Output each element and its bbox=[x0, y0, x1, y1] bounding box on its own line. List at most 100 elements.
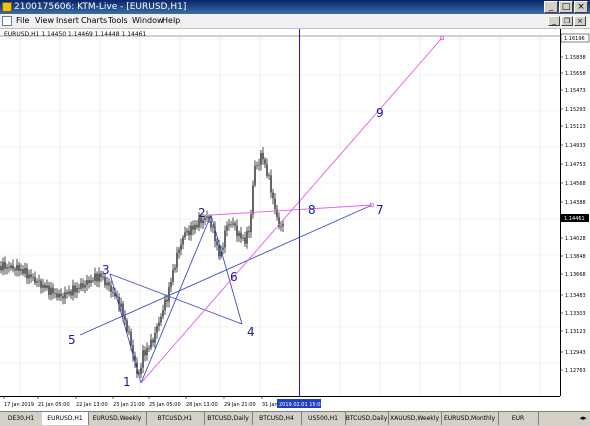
candle-body bbox=[124, 315, 126, 321]
candle-body bbox=[244, 237, 246, 244]
candle-body bbox=[38, 280, 40, 282]
doc-close-button[interactable]: × bbox=[574, 16, 586, 26]
chart-tab[interactable]: BTCUSD,Daily bbox=[345, 412, 389, 425]
candle-body bbox=[92, 280, 94, 282]
point-label: 3 bbox=[102, 263, 110, 277]
doc-minimize-button[interactable]: _ bbox=[548, 16, 560, 26]
candle-body bbox=[188, 230, 190, 235]
price-label: 1.13848 bbox=[565, 254, 586, 260]
chart-tab[interactable]: EUR bbox=[498, 412, 539, 425]
candle-body bbox=[222, 247, 224, 250]
point-label: 6 bbox=[230, 270, 238, 284]
price-label: 1.13668 bbox=[565, 272, 586, 278]
chart-tab[interactable]: BTCUSD,H1 bbox=[146, 412, 205, 425]
price-label: 1.15473 bbox=[565, 88, 586, 94]
price-label: 1.14388 bbox=[565, 200, 586, 206]
line-3-1 bbox=[109, 273, 142, 384]
maximize-button[interactable]: □ bbox=[559, 1, 573, 13]
menu-view[interactable]: View bbox=[35, 14, 54, 28]
candle-body bbox=[180, 244, 182, 250]
candle-body bbox=[182, 237, 184, 245]
candle-body bbox=[160, 316, 162, 323]
line-1-9 bbox=[140, 37, 443, 384]
candle-body bbox=[166, 299, 168, 302]
chart-tab[interactable]: BTCUSD,H4 bbox=[252, 412, 302, 425]
candle-body bbox=[224, 230, 226, 248]
candle-body bbox=[30, 274, 32, 278]
candle-body bbox=[258, 164, 260, 166]
candle-body bbox=[236, 225, 238, 236]
chart-tab[interactable]: EURUSD,Weekly bbox=[88, 412, 147, 425]
price-label: 1.15658 bbox=[565, 71, 586, 77]
menu-tools[interactable]: Tools bbox=[108, 14, 128, 28]
candle-body bbox=[12, 265, 14, 269]
candle-body bbox=[40, 280, 42, 288]
candle-body bbox=[84, 284, 86, 288]
candle-body bbox=[58, 293, 60, 298]
candle-body bbox=[110, 285, 112, 292]
candle-body bbox=[76, 287, 78, 293]
candle-body bbox=[272, 192, 274, 199]
candle-body bbox=[66, 292, 68, 295]
minimize-button[interactable]: _ bbox=[544, 1, 558, 13]
candle-body bbox=[36, 281, 38, 283]
candle-body bbox=[210, 220, 212, 228]
candle-body bbox=[10, 265, 12, 269]
time-labels: 17 Jan 2019 21 Jan 05:00 22 Jan 13:00 23 Ja… bbox=[3, 396, 278, 408]
candle-body bbox=[148, 347, 150, 349]
current-price-label: 1.14461 bbox=[564, 216, 585, 222]
candle-body bbox=[44, 284, 46, 289]
doc-restore-button[interactable]: ❐ bbox=[561, 16, 573, 26]
chart-tab-bar: DE30,H1 EURUSD,H1 EURUSD,Weekly BTCUSD,H1 BT… bbox=[0, 411, 590, 426]
chart-tab[interactable]: US500,H1 bbox=[301, 412, 346, 425]
menu-help[interactable]: Help bbox=[162, 14, 180, 28]
candle-body bbox=[82, 283, 84, 288]
candle-body bbox=[186, 230, 188, 233]
candle-body bbox=[168, 287, 170, 302]
candle-body bbox=[140, 367, 142, 375]
tab-scroll-arrows[interactable]: ◂▸ bbox=[576, 413, 590, 424]
chart-tab[interactable]: EURUSD,H1 bbox=[42, 412, 89, 425]
candle-body bbox=[126, 320, 128, 332]
candle-body bbox=[6, 267, 8, 269]
chart-tab[interactable]: BTCUSD,Daily bbox=[204, 412, 253, 425]
chart-tab[interactable]: EURUSD,Monthly bbox=[441, 412, 499, 425]
candle-body bbox=[26, 268, 28, 279]
candle-body bbox=[218, 245, 220, 257]
candle-body bbox=[282, 223, 284, 227]
candle-body bbox=[246, 230, 248, 244]
candle-body bbox=[22, 269, 24, 274]
candle-body bbox=[164, 299, 166, 311]
candle-body bbox=[250, 214, 252, 233]
candle-body bbox=[234, 223, 236, 226]
price-chart[interactable]: 1234567891.160181.158381.156581.154731.1… bbox=[0, 29, 590, 411]
menu-file[interactable]: File bbox=[16, 14, 29, 28]
menu-window[interactable]: Window bbox=[132, 14, 164, 28]
candle-body bbox=[194, 224, 196, 230]
menu-charts[interactable]: Charts bbox=[81, 14, 107, 28]
candle-body bbox=[150, 339, 152, 348]
candle-body bbox=[128, 331, 130, 333]
chart-tab[interactable]: DE30,H1 bbox=[0, 412, 43, 425]
time-label: 25 Jan 05:00 bbox=[149, 402, 181, 408]
candle-body bbox=[240, 232, 242, 239]
candle-body bbox=[72, 285, 74, 296]
chart-area[interactable]: 1234567891.160181.158381.156581.154731.1… bbox=[0, 29, 590, 411]
candle-body bbox=[142, 350, 144, 368]
candle-body bbox=[226, 225, 228, 231]
time-label: 21 Jan 05:00 bbox=[38, 402, 70, 408]
point-labels: 1 2 3 4 5 6 7 8 9 bbox=[68, 106, 384, 389]
close-button[interactable]: × bbox=[574, 1, 588, 13]
chart-grid bbox=[0, 37, 560, 396]
symbol-header: EURUSD,H1 1.14450 1.14469 1.14448 1.1446… bbox=[4, 31, 147, 38]
price-label: 1.14568 bbox=[565, 181, 586, 187]
menu-insert[interactable]: Insert bbox=[56, 14, 79, 28]
price-label: 1.15293 bbox=[565, 107, 586, 113]
candle-body bbox=[78, 287, 80, 289]
candle-body bbox=[146, 348, 148, 356]
candle-body bbox=[16, 264, 18, 271]
candle-body bbox=[280, 226, 282, 228]
time-label: 17 Jan 2019 bbox=[4, 402, 34, 408]
chart-tab[interactable]: XAUUSD,Weekly bbox=[388, 412, 442, 425]
candle-body bbox=[88, 280, 90, 284]
